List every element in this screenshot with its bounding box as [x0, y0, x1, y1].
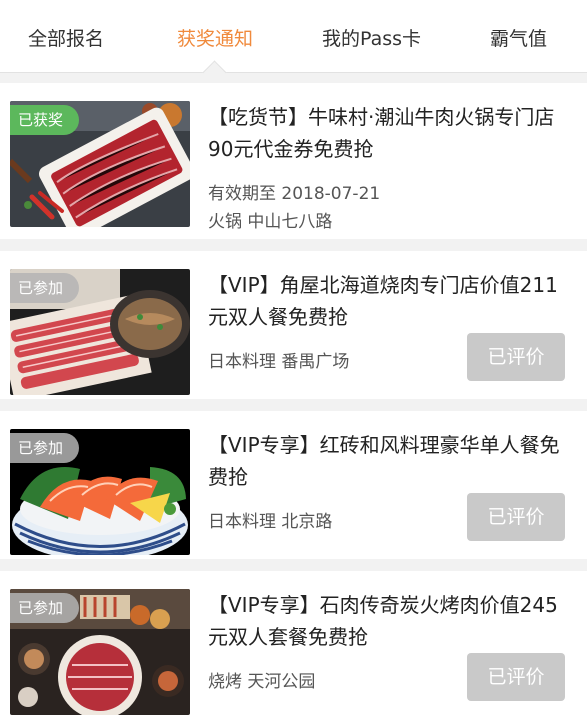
location-text: 火锅 中山七八路 [208, 212, 333, 232]
item-title[interactable]: 【吃货节】牛味村·潮汕牛肉火锅专门店90元代金券免费抢 [208, 101, 568, 165]
list-item[interactable]: 已获奖 【吃货节】牛味村·潮汕牛肉火锅专门店90元代金券免费抢 有效期至 201… [0, 83, 587, 239]
status-badge: 已参加 [10, 433, 80, 463]
tab-bar: 全部报名 获奖通知 我的Pass卡 霸气值 [0, 0, 587, 85]
location-text: 烧烤 天河公园 [208, 672, 316, 692]
list-item[interactable]: 已参加 【VIP专享】红砖和风料理豪华单人餐免费抢 日本料理 北京路 已评价 [0, 411, 587, 559]
reviewed-button[interactable]: 已评价 [467, 493, 565, 541]
reviewed-button[interactable]: 已评价 [467, 653, 565, 701]
list-item[interactable]: 已参加 【VIP】角屋北海道烧肉专门店价值211元双人餐免费抢 日本料理 番禺广… [0, 251, 587, 399]
tab-my-pass-card[interactable]: 我的Pass卡 [322, 24, 421, 51]
award-list: 已获奖 【吃货节】牛味村·潮汕牛肉火锅专门店90元代金券免费抢 有效期至 201… [0, 83, 587, 719]
active-tab-indicator [202, 60, 227, 85]
status-badge: 已参加 [10, 273, 80, 303]
location-text: 日本料理 北京路 [208, 512, 333, 532]
reviewed-button[interactable]: 已评价 [467, 333, 565, 381]
item-title[interactable]: 【VIP专享】红砖和风料理豪华单人餐免费抢 [208, 429, 568, 493]
item-title[interactable]: 【VIP】角屋北海道烧肉专门店价值211元双人餐免费抢 [208, 269, 568, 333]
item-title[interactable]: 【VIP专享】石肉传奇炭火烤肉价值245元双人套餐免费抢 [208, 589, 568, 653]
tab-domination-points[interactable]: 霸气值 [490, 24, 547, 51]
status-badge: 已参加 [10, 593, 80, 623]
validity-text: 有效期至 2018-07-21 [208, 184, 381, 204]
status-badge: 已获奖 [10, 105, 80, 135]
tab-all-signups[interactable]: 全部报名 [28, 24, 104, 51]
list-item[interactable]: 已参加 【VIP专享】石肉传奇炭火烤肉价值245元双人套餐免费抢 烧烤 天河公园… [0, 571, 587, 719]
location-text: 日本料理 番禺广场 [208, 352, 350, 372]
tab-award-notices[interactable]: 获奖通知 [177, 24, 253, 51]
